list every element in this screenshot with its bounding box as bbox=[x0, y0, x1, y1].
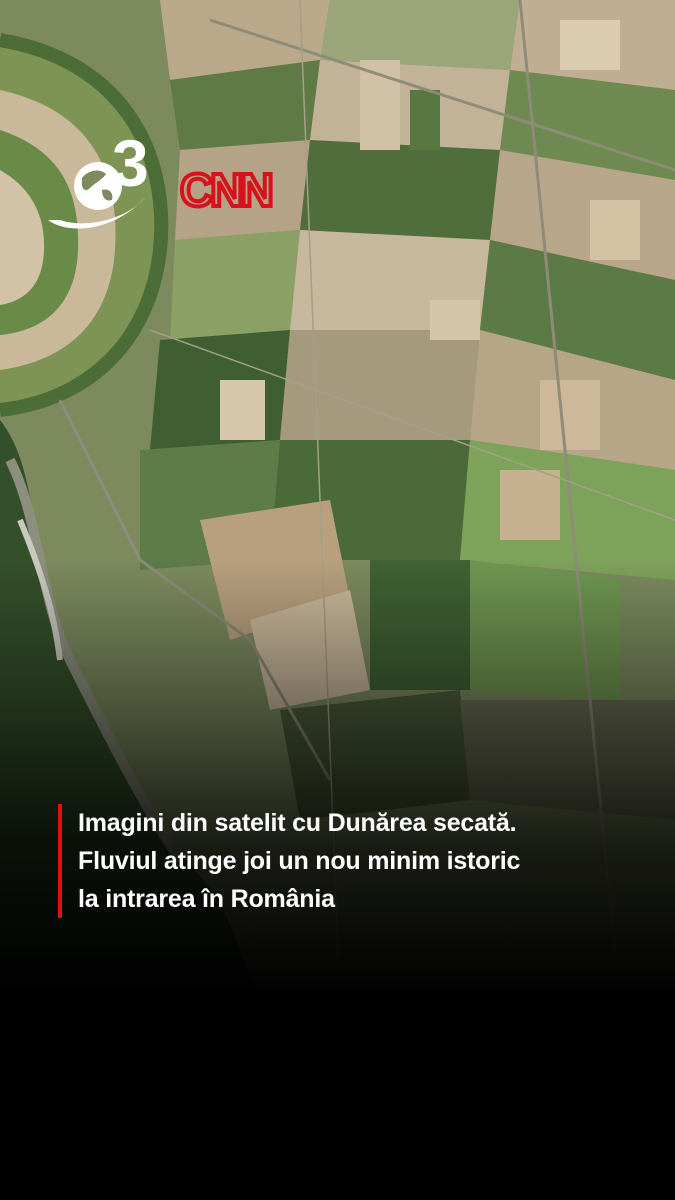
cnn-logo: CNN bbox=[178, 162, 276, 218]
antena3-logo: 3 bbox=[48, 126, 149, 229]
cnn-wordmark: CNN bbox=[180, 164, 271, 216]
channel-logo: 3 CNN bbox=[40, 126, 302, 238]
channel-number: 3 bbox=[112, 138, 149, 200]
image-fade-overlay bbox=[0, 560, 675, 1000]
caption-line-1: Imagini din satelit cu Dunărea secată. bbox=[78, 809, 517, 837]
caption-line-2: Fluviul atinge joi un nou minim istoric bbox=[78, 847, 521, 875]
news-caption: Imagini din satelit cu Dunărea secată. F… bbox=[58, 804, 675, 918]
bottom-black-area bbox=[0, 990, 675, 1200]
caption-line-3: la intrarea în România bbox=[78, 885, 335, 913]
